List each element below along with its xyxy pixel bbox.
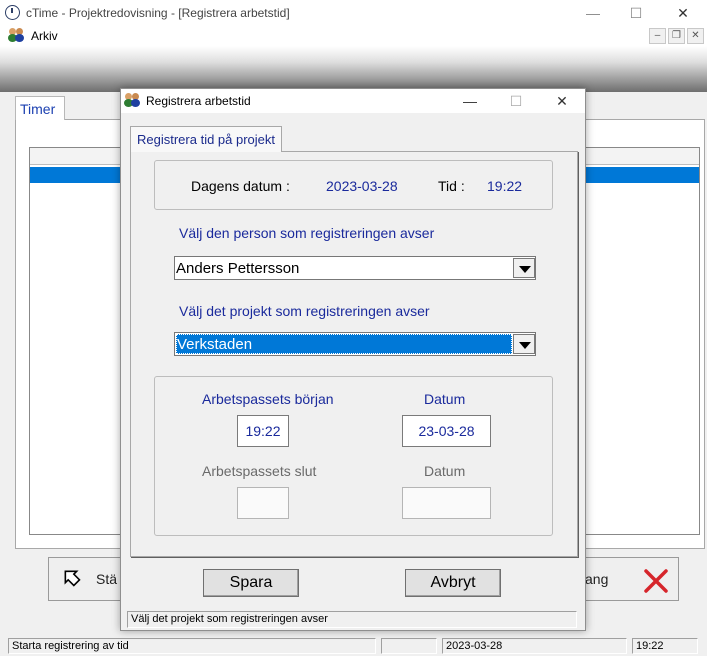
start-date-label: Datum [424,391,466,407]
people-icon [8,28,25,42]
end-label: Arbetspassets slut [202,463,317,479]
today-time-value: 19:22 [487,178,523,194]
start-time-input[interactable]: 19:22 [237,415,289,447]
project-select-value: Verkstaden [177,336,253,353]
today-date-value: 2023-03-28 [326,178,398,194]
dialog-close-button[interactable]: ✕ [542,89,582,113]
start-date-input[interactable]: 23-03-28 [402,415,491,447]
maximize-button[interactable]: ☐ [613,0,659,26]
mdi-restore-button[interactable]: ❐ [668,28,685,44]
today-time-label: Tid : [438,178,465,194]
chevron-down-icon[interactable] [513,334,535,354]
exit-button-label: ang [585,571,609,587]
status-time: 19:22 [632,638,698,654]
menu-item-arkiv[interactable]: Arkiv [31,29,58,43]
stamp-icon [60,566,82,588]
mdi-close-button[interactable]: ✕ [687,28,704,44]
save-button[interactable]: Spara [203,569,299,597]
dialog-maximize-button: ☐ [509,93,523,109]
status-message: Starta registrering av tid [8,638,376,654]
status-pane-empty [381,638,437,654]
people-icon [124,93,141,107]
start-button-label: Stä [96,571,118,587]
cancel-button[interactable]: Avbryt [405,569,501,597]
menubar [0,26,707,46]
end-date-input[interactable] [402,487,491,519]
end-date-label: Datum [424,463,466,479]
end-time-input[interactable] [237,487,289,519]
start-label: Arbetspassets början [202,391,334,407]
chevron-down-icon[interactable] [513,258,535,278]
close-button[interactable]: ✕ [660,0,706,26]
window-title: cTime - Projektredovisning - [Registrera… [26,6,290,20]
toolbar-strip [0,46,707,92]
clock-app-icon [5,5,20,20]
red-x-icon [643,568,669,594]
project-prompt: Välj det projekt som registreringen avse… [179,303,430,319]
status-date: 2023-03-28 [442,638,627,654]
minimize-button[interactable]: — [570,0,616,26]
dialog-status-text: Välj det projekt som registreringen avse… [127,611,577,628]
mdi-minimize-button[interactable]: – [649,28,666,44]
tab-timer[interactable]: Timer [15,96,65,120]
today-date-label: Dagens datum : [191,178,290,194]
person-prompt: Välj den person som registreringen avser [179,225,435,241]
dialog-title: Registrera arbetstid [146,94,251,108]
dialog-minimize-button[interactable]: — [450,89,490,113]
person-select-value: Anders Pettersson [176,260,300,277]
tab-register-time[interactable]: Registrera tid på projekt [130,126,282,152]
